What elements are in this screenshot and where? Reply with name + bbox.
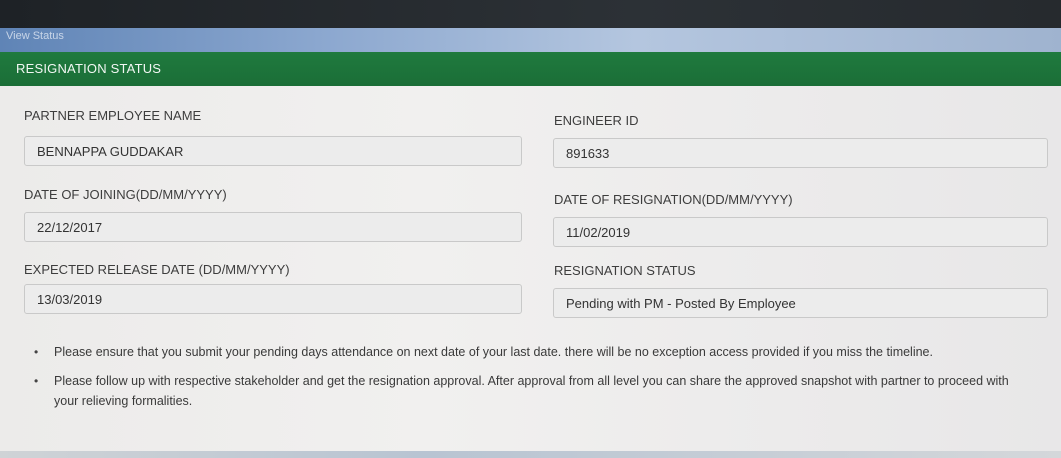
breadcrumb-label[interactable]: View Status — [6, 30, 64, 42]
screen: View Status RESIGNATION STATUS PARTNER E… — [0, 0, 1061, 458]
date-of-resignation-field[interactable]: 11/02/2019 — [553, 217, 1048, 247]
resignation-status-field[interactable]: Pending with PM - Posted By Employee — [553, 288, 1048, 318]
engineer-id-label: ENGINEER ID — [554, 113, 639, 128]
expected-release-date-field[interactable]: 13/03/2019 — [24, 284, 522, 314]
date-of-joining-label: DATE OF JOINING(DD/MM/YYYY) — [24, 187, 227, 202]
partner-employee-name-field[interactable]: BENNAPPA GUDDAKAR — [24, 136, 522, 166]
date-of-joining-value: 22/12/2017 — [37, 220, 103, 235]
date-of-joining-field[interactable]: 22/12/2017 — [24, 212, 522, 242]
resignation-status-value: Pending with PM - Posted By Employee — [566, 296, 796, 311]
note-text: Please follow up with respective stakeho… — [54, 374, 1009, 408]
expected-release-date-value: 13/03/2019 — [37, 292, 103, 307]
engineer-id-value: 891633 — [566, 146, 610, 161]
notes-list: • Please ensure that you submit your pen… — [20, 342, 1020, 420]
panel-header: RESIGNATION STATUS — [0, 52, 1061, 86]
partner-employee-name-value: BENNAPPA GUDDAKAR — [37, 144, 184, 159]
date-of-resignation-label: DATE OF RESIGNATION(DD/MM/YYYY) — [554, 192, 793, 207]
expected-release-date-label: EXPECTED RELEASE DATE (DD/MM/YYYY) — [24, 262, 290, 277]
breadcrumb: View Status — [0, 28, 1061, 52]
partner-employee-name-label: PARTNER EMPLOYEE NAME — [24, 108, 202, 123]
resignation-status-label: RESIGNATION STATUS — [554, 263, 696, 278]
note-item: • Please follow up with respective stake… — [20, 371, 1020, 411]
engineer-id-field[interactable]: 891633 — [553, 138, 1048, 168]
bullet-icon: • — [34, 345, 39, 359]
note-text: Please ensure that you submit your pendi… — [54, 345, 933, 359]
bullet-icon: • — [34, 374, 39, 388]
panel-title: RESIGNATION STATUS — [16, 61, 162, 76]
bottom-strip — [0, 451, 1061, 458]
date-of-resignation-value: 11/02/2019 — [566, 225, 631, 240]
note-item: • Please ensure that you submit your pen… — [20, 342, 1020, 362]
